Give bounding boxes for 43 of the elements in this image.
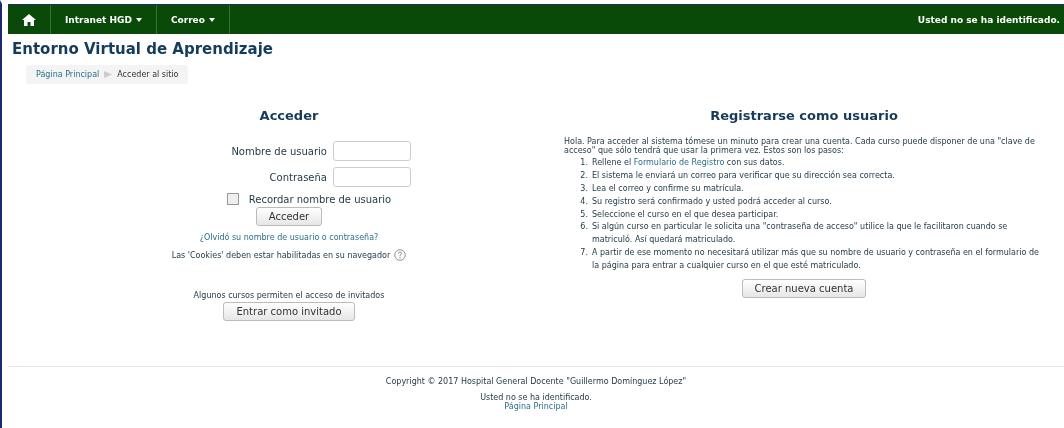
- help-icon[interactable]: [394, 249, 407, 261]
- step-number: 4.: [579, 195, 588, 208]
- step-number: 1.: [579, 157, 588, 170]
- breadcrumb-link[interactable]: Acceder al sitio: [117, 70, 179, 79]
- input-field[interactable]: [333, 141, 411, 161]
- step-number: 2.: [579, 170, 588, 183]
- nav-menu[interactable]: Correo: [156, 5, 230, 34]
- step-text: Seleccione el curso en el que desea participar.: [592, 208, 779, 221]
- step-text: A partir de ese momento no necesitará utilizar más que su nombre de usuario y contraseña en el formulario de la página para entrar a cualquier curso en el que esté matriculado.: [592, 246, 1040, 272]
- create-account-button[interactable]: Crear nueva cuenta: [741, 278, 867, 298]
- caret-icon: [135, 17, 142, 22]
- login-status: Usted no se ha identificado.: [480, 393, 592, 402]
- field-label: Contraseña: [268, 171, 327, 183]
- breadcrumb-link[interactable]: Página Principal: [36, 70, 100, 79]
- section-heading: Acceder: [259, 108, 319, 123]
- nav-menu[interactable]: Intranet HGD: [51, 5, 157, 34]
- intro-text: Hola. Para acceder al sistema tómese un minuto para crear una cuenta. Cada curso puede disponer de una "clave de acceso" que sólo tendrá que usar la primera vez. Estos son los pasos:: [564, 137, 1036, 156]
- login-status: Usted no se ha identificado.: [917, 14, 1061, 25]
- checkbox[interactable]: [226, 193, 239, 205]
- copyright-text: Copyright © 2017 Hospital General Docente "Guillermo Domínguez López": [385, 377, 687, 386]
- step-text: Si algún curso en particular le solicita una "contraseña de acceso" utilice la que le facilitaron cuando se matriculó. Así quedará matriculado.: [592, 221, 1009, 247]
- cookies-note: Las 'Cookies' deben estar habilitadas en su navegador: [171, 250, 391, 260]
- step-number: 5.: [579, 208, 588, 221]
- step-text: Lea el correo y confirme su matrícula.: [592, 182, 744, 195]
- step-number: 7.: [579, 246, 588, 259]
- input-field[interactable]: [333, 167, 411, 187]
- guest-note: Algunos cursos permiten el acceso de invitados: [193, 291, 385, 300]
- field-label: Nombre de usuario: [230, 145, 327, 157]
- caret-icon: [208, 17, 215, 22]
- step-text: Su registro será confirmado y usted podrá acceder al curso.: [592, 195, 832, 208]
- section-heading: Registrarse como usuario: [710, 108, 898, 123]
- login-button[interactable]: Acceder: [255, 207, 323, 226]
- step-text: Rellene el Formulario de Registro con sus datos.: [592, 157, 785, 170]
- guest-button[interactable]: Entrar como invitado: [223, 302, 355, 321]
- step-text: El sistema le enviará un correo para verificar que su dirección sea correcta.: [592, 170, 895, 183]
- step-number: 3.: [579, 182, 588, 195]
- forgot-link[interactable]: ¿Olvidó su nombre de usuario o contraseña?: [199, 233, 379, 242]
- separator-icon: [104, 71, 113, 78]
- home-link[interactable]: Página Principal: [504, 402, 568, 411]
- step-number: 6.: [579, 221, 588, 234]
- form-link[interactable]: Formulario de Registro: [633, 158, 725, 168]
- checkbox-label: Recordar nombre de usuario: [248, 193, 392, 205]
- page-title: Entorno Virtual de Aprendizaje: [12, 40, 274, 58]
